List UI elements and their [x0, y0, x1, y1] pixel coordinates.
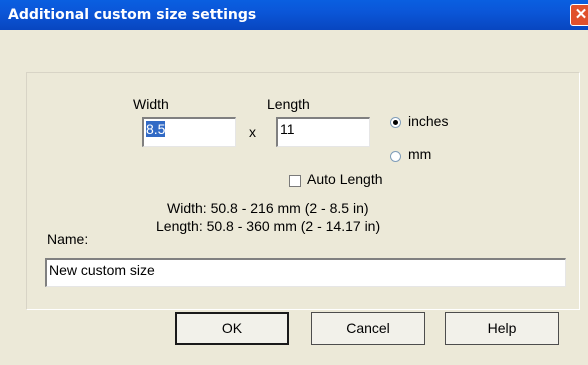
name-label: Name:	[47, 231, 89, 247]
name-input[interactable]: New custom size	[45, 258, 566, 287]
window-title: Additional custom size settings	[8, 7, 257, 23]
auto-length-checkbox[interactable]	[289, 175, 301, 187]
help-button[interactable]: Help	[445, 312, 559, 345]
times-label: x	[249, 124, 256, 140]
width-input[interactable]: 8.5	[142, 117, 236, 147]
inches-radio[interactable]	[390, 117, 401, 128]
width-value: 8.5	[146, 121, 166, 137]
cancel-button[interactable]: Cancel	[311, 312, 425, 345]
length-label: Length	[267, 96, 310, 112]
name-value: New custom size	[49, 262, 155, 278]
mm-label: mm	[408, 146, 432, 162]
auto-length-label: Auto Length	[307, 171, 383, 187]
width-range-text: Width: 50.8 - 216 mm (2 - 8.5 in)	[167, 200, 369, 216]
length-input[interactable]: 11	[276, 117, 370, 147]
width-label: Width	[133, 96, 169, 112]
length-value: 11	[280, 121, 295, 137]
ok-button[interactable]: OK	[175, 312, 289, 345]
length-range-text: Length: 50.8 - 360 mm (2 - 14.17 in)	[156, 218, 381, 234]
close-button[interactable]: ✕	[570, 4, 588, 26]
close-icon: ✕	[574, 6, 588, 23]
radio-selected-dot	[393, 120, 398, 125]
inches-label: inches	[408, 113, 449, 129]
mm-radio[interactable]	[390, 151, 401, 162]
title-bar: Additional custom size settings ✕	[0, 0, 588, 30]
